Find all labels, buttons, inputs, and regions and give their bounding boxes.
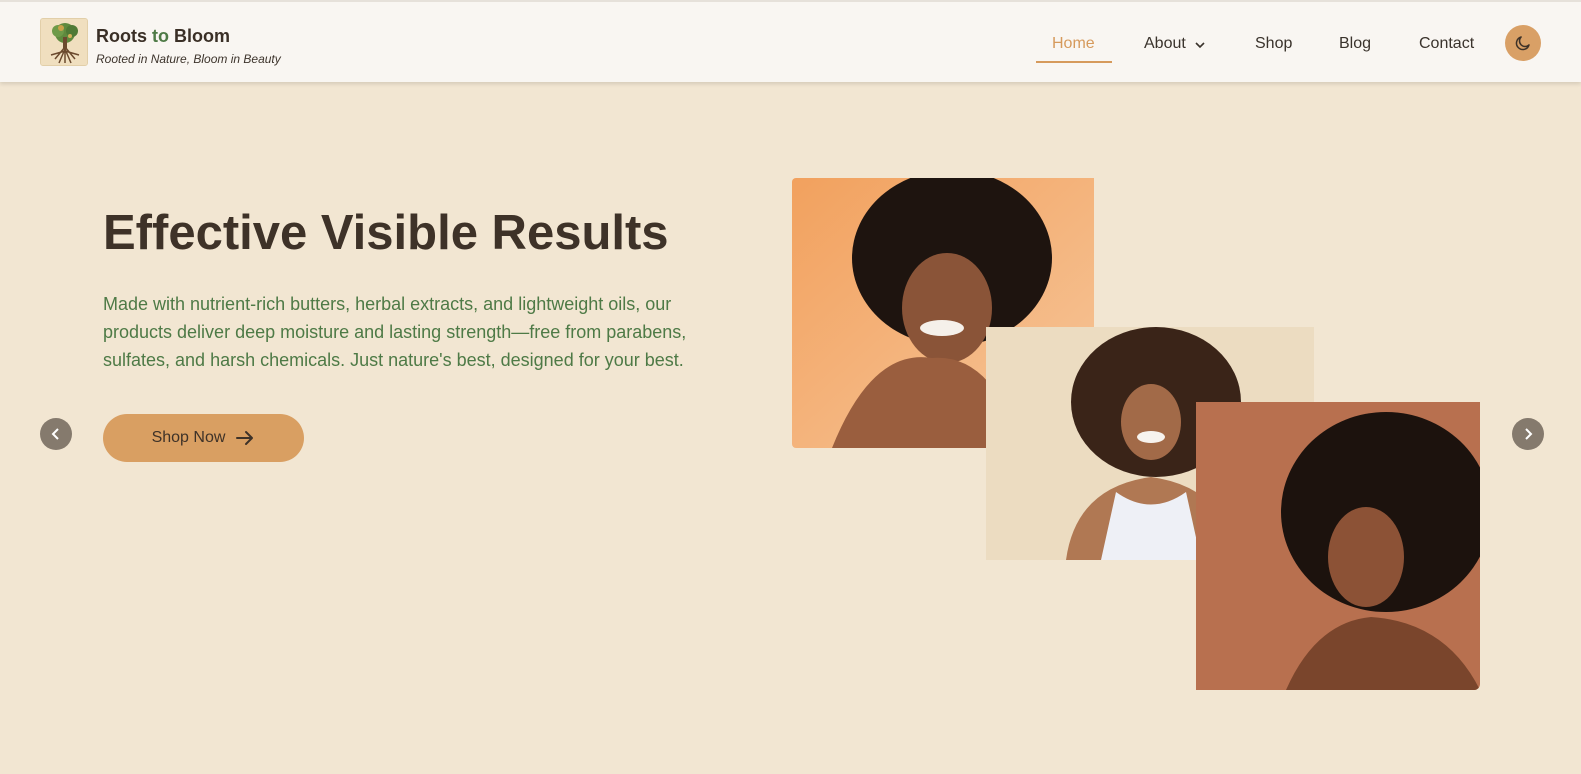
logo[interactable] — [40, 18, 88, 66]
nav-blog[interactable]: Blog — [1339, 35, 1371, 53]
hero-description: Made with nutrient-rich butters, herbal … — [103, 294, 687, 370]
nav-home[interactable]: Home — [1052, 35, 1095, 53]
chevron-left-icon — [51, 428, 59, 440]
brand-name-part: to — [152, 26, 169, 46]
nav-contact[interactable]: Contact — [1419, 35, 1474, 53]
moon-icon — [1515, 36, 1530, 51]
brand-tagline: Rooted in Nature, Bloom in Beauty — [96, 52, 281, 66]
active-nav-underline — [1036, 61, 1112, 63]
carousel-prev-button[interactable] — [40, 418, 72, 450]
arrow-right-icon — [236, 431, 254, 445]
hero-photo-3 — [1196, 402, 1480, 690]
nav-about[interactable]: About — [1144, 35, 1186, 53]
carousel-next-button[interactable] — [1512, 418, 1544, 450]
brand-name[interactable]: Roots to Bloom — [96, 26, 230, 47]
chevron-down-icon[interactable] — [1194, 39, 1206, 51]
shop-now-label: Shop Now — [151, 429, 226, 446]
theme-toggle-button[interactable] — [1505, 25, 1541, 61]
brand-name-part: Bloom — [169, 26, 230, 46]
brand-name-part: Roots — [96, 26, 152, 46]
shop-now-button[interactable]: Shop Now — [103, 414, 304, 462]
tree-roots-icon — [41, 19, 87, 65]
nav-shop[interactable]: Shop — [1255, 35, 1292, 53]
chevron-right-icon — [1525, 428, 1533, 440]
site-header: Roots to Bloom Rooted in Nature, Bloom i… — [0, 0, 1581, 82]
hero-title: Effective Visible Results — [103, 206, 669, 260]
